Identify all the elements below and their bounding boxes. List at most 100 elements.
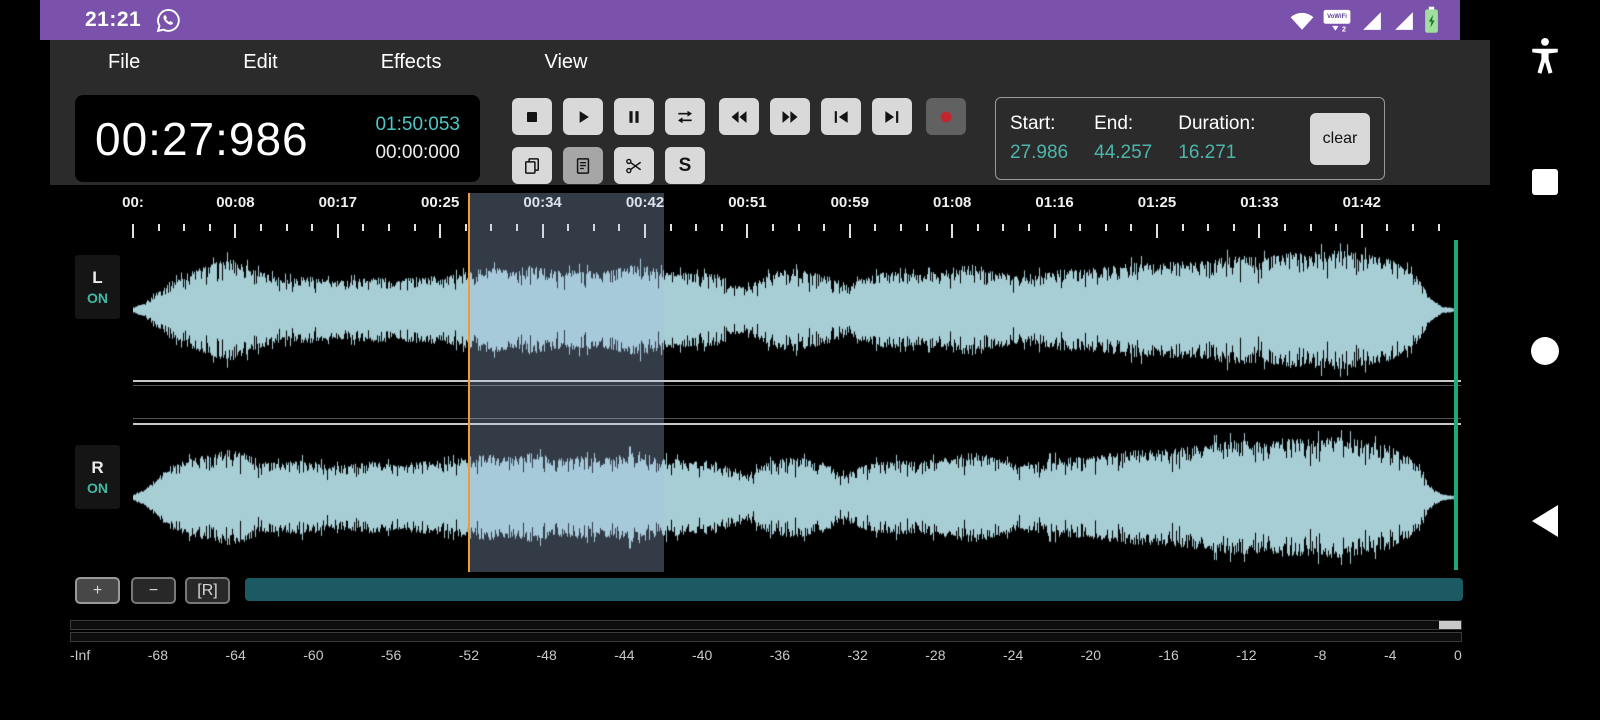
accessibility-button[interactable] (1527, 36, 1563, 81)
stop-icon (522, 107, 542, 127)
record-button[interactable] (926, 98, 966, 135)
home-button[interactable] (1530, 336, 1560, 371)
meter-scale-label: -16 (1159, 647, 1179, 663)
channel-right-toggle[interactable]: R ON (75, 445, 120, 509)
skip-to-end-button[interactable] (872, 98, 912, 135)
wifi-icon (1289, 9, 1315, 31)
ruler-tick (286, 224, 288, 231)
ruler-tick (1361, 224, 1363, 238)
time-display[interactable]: 00:27:986 01:50:053 00:00:000 (75, 95, 480, 182)
timeline-ruler[interactable]: 00:00:0800:1700:2500:3400:4200:5100:5901… (50, 185, 1490, 240)
fast-forward-button[interactable] (770, 98, 810, 135)
audio-editor-app: File Edit Effects View 00:27:986 01:50:0… (50, 40, 1490, 720)
channel-left-label: L (92, 268, 102, 288)
recents-button[interactable] (1531, 168, 1559, 201)
selection-duration-label: Duration: (1178, 113, 1255, 135)
meter-scale-label: -32 (848, 647, 868, 663)
meter-peak-block (1439, 621, 1461, 629)
selection-duration-value: 16.271 (1178, 142, 1255, 164)
copy-button[interactable] (512, 147, 552, 184)
meter-scale-label: -40 (692, 647, 712, 663)
battery-icon (1423, 5, 1440, 35)
ruler-tick (414, 224, 416, 231)
ruler-tick (260, 224, 262, 231)
menu-effects[interactable]: Effects (381, 51, 442, 74)
ruler-label: 00:17 (319, 194, 357, 211)
ruler-tick (1105, 224, 1107, 231)
channel-right-status: ON (87, 480, 108, 496)
channel-left-toggle[interactable]: L ON (75, 255, 120, 319)
ruler-label: 01:16 (1035, 194, 1073, 211)
meter-scale-label: -24 (1003, 647, 1023, 663)
rewind-button[interactable] (719, 98, 759, 135)
ruler-tick (1130, 224, 1132, 231)
ruler-tick (1386, 224, 1388, 231)
cut-icon (624, 156, 644, 176)
status-clock: 21:21 (85, 8, 141, 32)
paste-button[interactable] (563, 147, 603, 184)
selection-start-value: 27.986 (1010, 142, 1068, 164)
meter-bar-left (70, 620, 1462, 630)
menu-view[interactable]: View (544, 51, 587, 74)
selection-duration: Duration: 16.271 (1178, 113, 1255, 164)
ruler-tick (1002, 224, 1004, 231)
selection-start: Start: 27.986 (1010, 113, 1068, 164)
selection-end: End: 44.257 (1094, 113, 1152, 164)
menu-file[interactable]: File (108, 51, 140, 74)
channel-separator (133, 380, 1461, 382)
waveform-area[interactable]: 00:00:0800:1700:2500:3400:4200:5100:5901… (50, 185, 1490, 575)
pause-button[interactable] (614, 98, 654, 135)
ruler-label: 01:08 (933, 194, 971, 211)
android-nav-bar (1490, 0, 1600, 720)
ruler-tick (1207, 224, 1209, 231)
ruler-tick (439, 224, 441, 238)
ruler-tick (1233, 224, 1235, 231)
menu-edit[interactable]: Edit (243, 51, 277, 74)
ruler-tick (900, 224, 902, 231)
paste-icon (573, 156, 593, 176)
skip-to-start-button[interactable] (821, 98, 861, 135)
ruler-tick (670, 224, 672, 231)
toolbar: 00:27:986 01:50:053 00:00:000 (50, 85, 1490, 185)
play-button[interactable] (563, 98, 603, 135)
back-button[interactable] (1530, 504, 1560, 543)
loop-icon (675, 107, 695, 127)
selection-info-panel: Start: 27.986 End: 44.257 Duration: 16.2… (995, 97, 1385, 180)
zoom-in-button[interactable]: + (75, 577, 120, 604)
ruler-tick (746, 224, 748, 238)
copy-icon (522, 156, 542, 176)
cut-button[interactable] (614, 147, 654, 184)
channel-separator (133, 418, 1461, 419)
ruler-tick (849, 224, 851, 238)
ruler-tick (772, 224, 774, 231)
waveform-scrollbar[interactable] (245, 578, 1463, 601)
meter-scale-label: -44 (614, 647, 634, 663)
zoom-reset-button[interactable]: [R] (185, 577, 230, 604)
signal-icon-2 (1391, 8, 1416, 33)
playhead[interactable] (468, 193, 470, 572)
waveform-canvas-right[interactable] (133, 425, 1461, 570)
ruler-tick (158, 224, 160, 231)
svg-text:2: 2 (1342, 25, 1346, 33)
ruler-tick (874, 224, 876, 231)
stop-button[interactable] (512, 98, 552, 135)
ruler-tick (1310, 224, 1312, 231)
ruler-tick (337, 224, 339, 238)
meter-scale-label: 0 (1454, 647, 1462, 663)
meter-scale-label: -Inf (70, 647, 90, 663)
s-button[interactable]: S (665, 147, 705, 184)
selection-region[interactable] (469, 193, 664, 572)
accessibility-icon (1527, 36, 1563, 76)
meter-bar-right (70, 632, 1462, 642)
loop-button[interactable] (665, 98, 705, 135)
ruler-tick (1182, 224, 1184, 231)
ruler-tick (311, 224, 313, 231)
ruler-tick (465, 224, 467, 231)
meter-scale-label: -48 (537, 647, 557, 663)
screen: 21:21 VoWiFi 2 (0, 0, 1600, 720)
waveform-canvas-left[interactable] (133, 240, 1461, 380)
zoom-out-button[interactable]: − (131, 577, 176, 604)
ruler-tick (1054, 224, 1056, 238)
ruler-tick (183, 224, 185, 231)
clear-selection-button[interactable]: clear (1310, 113, 1370, 165)
